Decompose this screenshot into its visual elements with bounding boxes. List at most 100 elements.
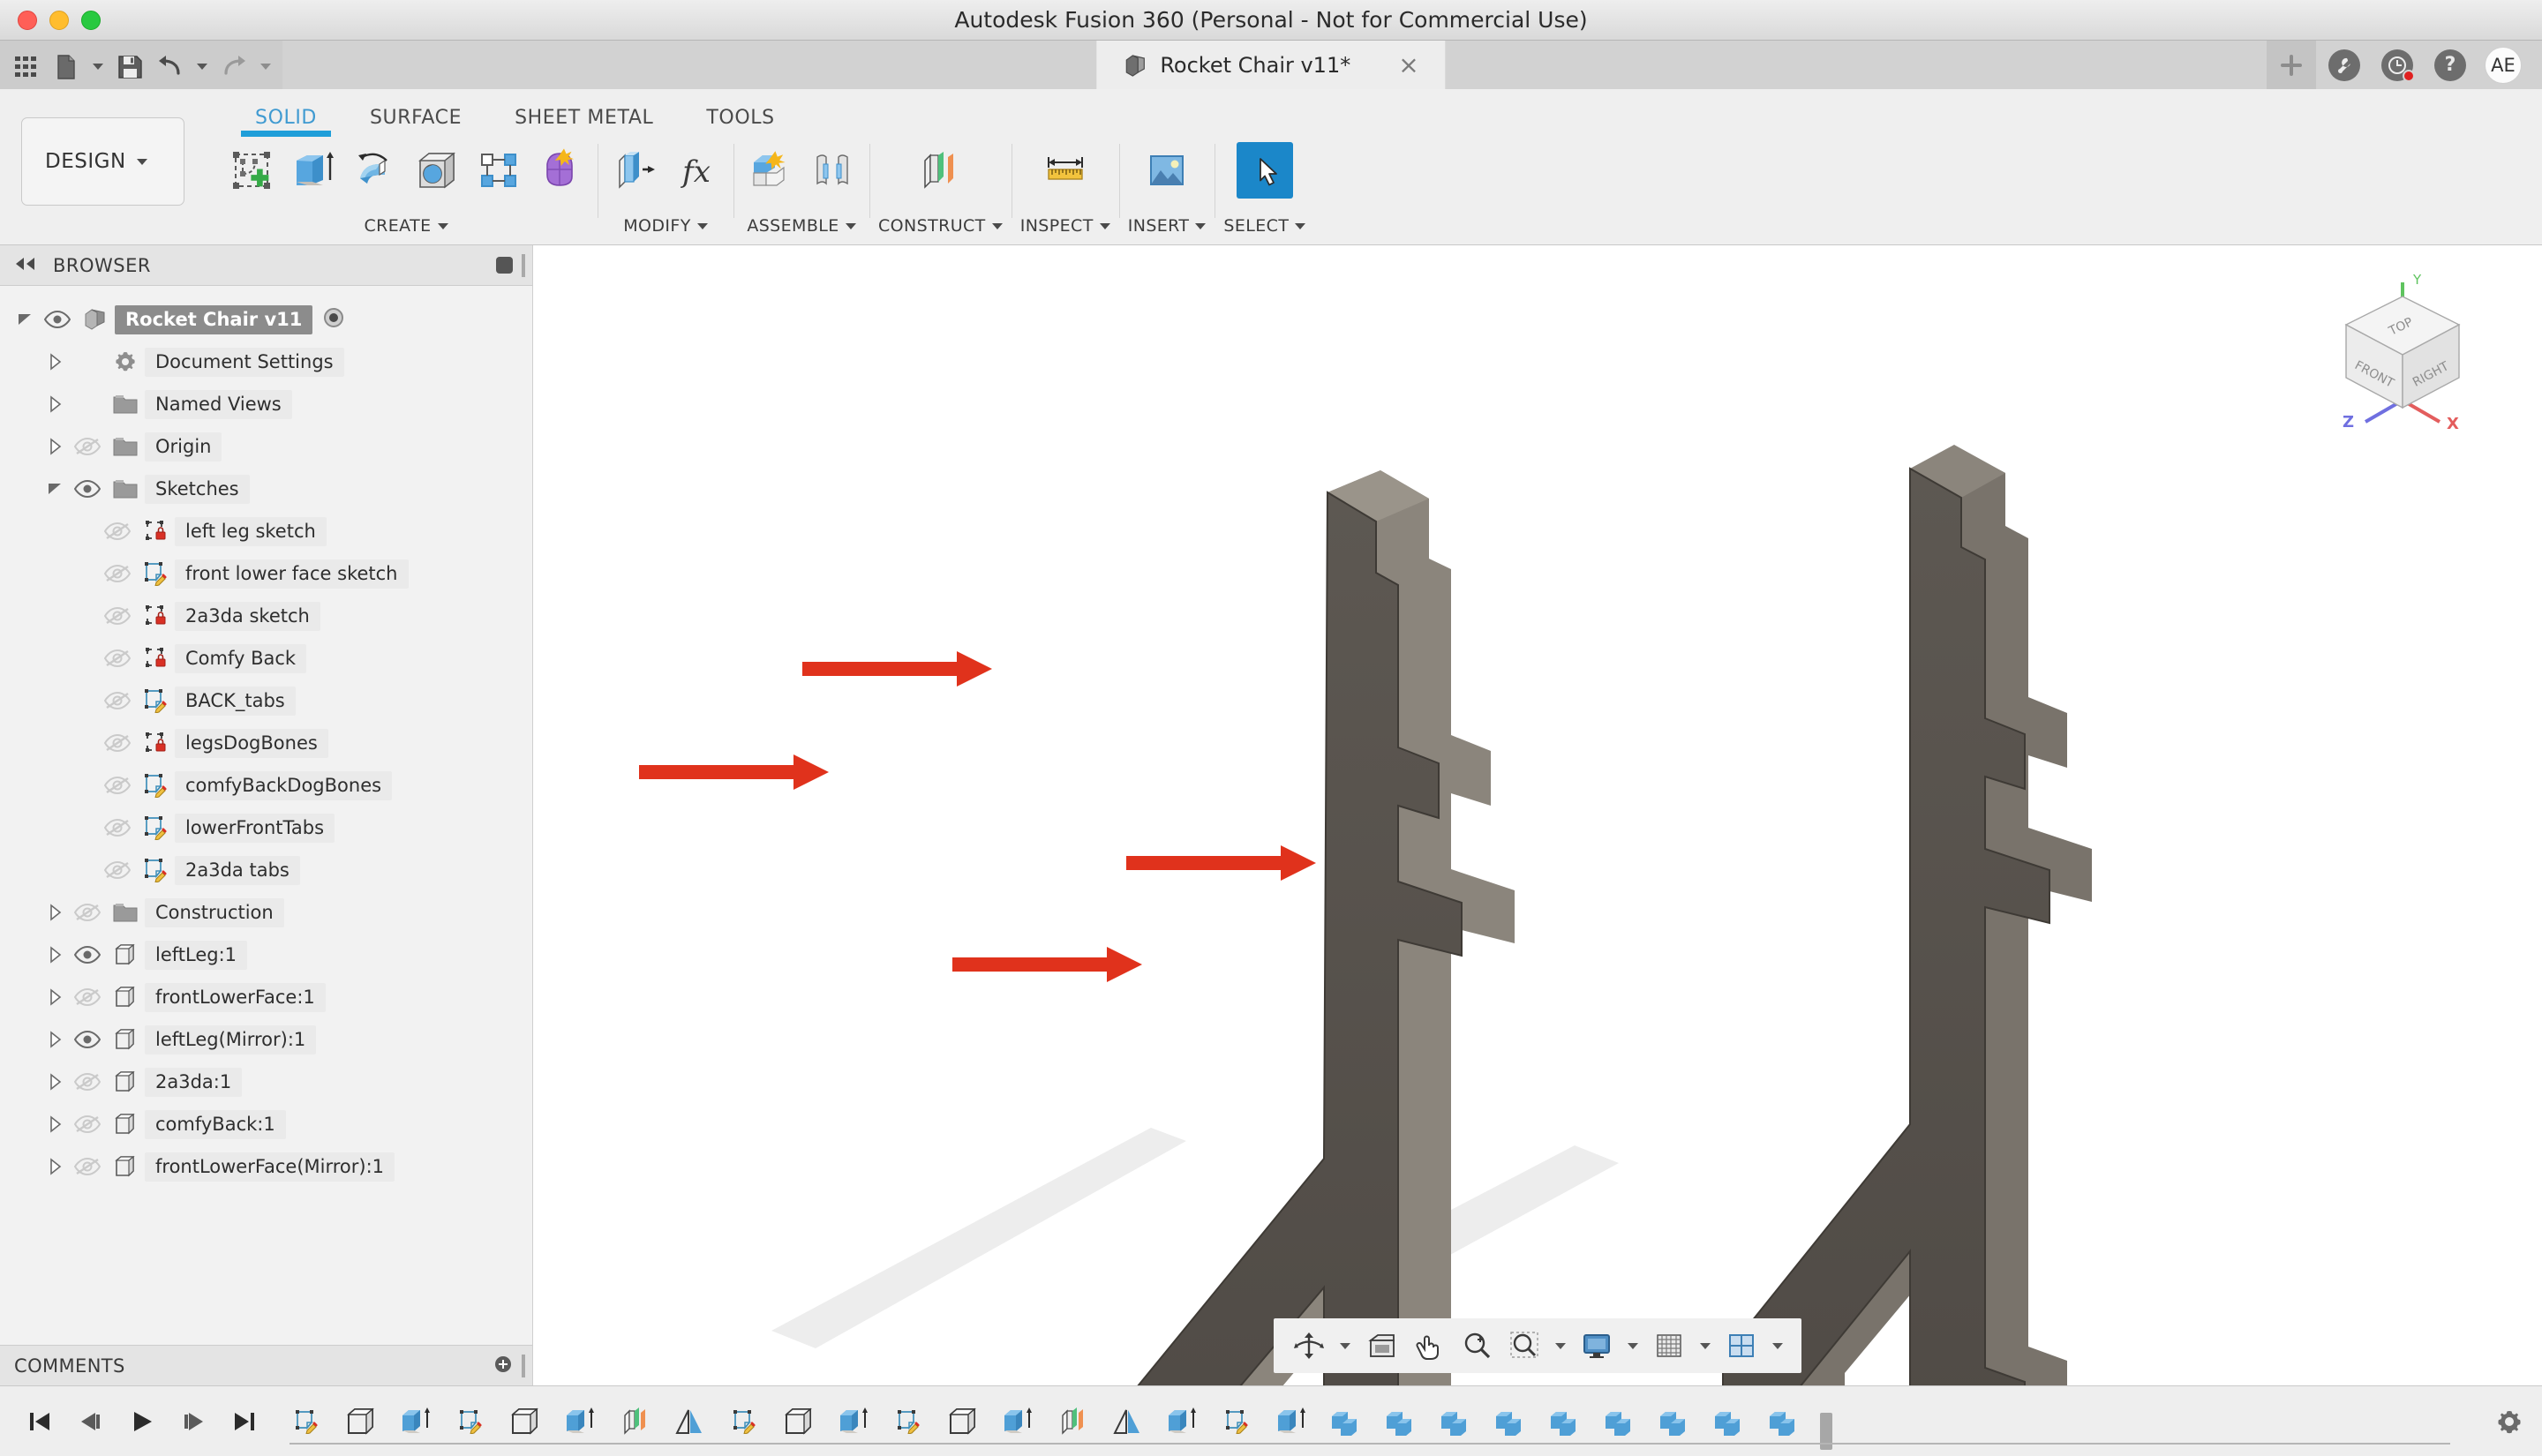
add-comment-icon[interactable] [493, 1355, 513, 1377]
create-sketch-icon[interactable] [223, 142, 280, 199]
timeline-feature-extrude[interactable] [830, 1398, 877, 1445]
timeline-feature-body[interactable] [939, 1398, 987, 1445]
orbit-dropdown-caret[interactable] [1334, 1323, 1357, 1369]
canvas-viewport[interactable]: Y Z X TOP FRONT RIGHT [533, 245, 2542, 1385]
look-at-icon[interactable] [1358, 1323, 1404, 1369]
tab-surface[interactable]: SURFACE [343, 107, 488, 137]
timeline-feature-combine[interactable] [1486, 1398, 1534, 1445]
insert-image-icon[interactable] [1139, 142, 1195, 199]
display-dropdown-caret[interactable] [1621, 1323, 1644, 1369]
visibility-off-icon[interactable] [99, 649, 136, 668]
tree-item-2a3da-sketch[interactable]: 2a3da sketch [0, 595, 532, 637]
tree-item-construction[interactable]: Construction [0, 891, 532, 934]
visibility-off-icon[interactable] [69, 437, 106, 456]
timeline-feature-extrude[interactable] [392, 1398, 440, 1445]
visibility-off-icon[interactable] [99, 522, 136, 541]
panel-insert-label[interactable]: INSERT [1128, 216, 1207, 241]
panel-create-label[interactable]: CREATE [364, 216, 448, 241]
timeline-feature-mirror[interactable] [1103, 1398, 1151, 1445]
tree-item-comfyback-1[interactable]: comfyBack:1 [0, 1103, 532, 1145]
undo-dropdown-caret[interactable] [191, 47, 214, 87]
visibility-off-icon[interactable] [69, 987, 106, 1007]
zoom-window-icon[interactable] [1501, 1323, 1547, 1369]
tab-tools[interactable]: TOOLS [680, 107, 801, 137]
tree-item-leftleg-mirror-1[interactable]: leftLeg(Mirror):1 [0, 1018, 532, 1061]
timeline-feature-sketch[interactable] [282, 1398, 330, 1445]
timeline-feature-combine[interactable] [1760, 1398, 1808, 1445]
select-cursor-icon[interactable] [1236, 142, 1293, 199]
timeline-feature-combine[interactable] [1541, 1398, 1589, 1445]
panel-construct-label[interactable]: CONSTRUCT [878, 216, 1003, 241]
file-icon[interactable] [46, 47, 86, 87]
measure-icon[interactable] [1037, 142, 1094, 199]
visibility-off-icon[interactable] [69, 1115, 106, 1134]
tree-item-sketches[interactable]: Sketches [0, 468, 532, 510]
zoom-icon[interactable] [1454, 1323, 1500, 1369]
display-settings-icon[interactable] [1574, 1323, 1620, 1369]
visibility-off-icon[interactable] [99, 691, 136, 710]
timeline-feature-body[interactable] [501, 1398, 549, 1445]
redo-icon[interactable] [214, 47, 254, 87]
timeline-feature-extrude[interactable] [556, 1398, 604, 1445]
extensions-icon[interactable] [2320, 41, 2369, 89]
visibility-on-icon[interactable] [69, 1030, 106, 1049]
tab-sheet-metal[interactable]: SHEET METAL [488, 107, 680, 137]
chevron-right-icon[interactable] [42, 904, 69, 921]
grid-snaps-icon[interactable] [1646, 1323, 1692, 1369]
tab-solid[interactable]: SOLID [229, 107, 343, 137]
chevron-right-icon[interactable] [42, 353, 69, 371]
timeline-feature-body[interactable] [775, 1398, 823, 1445]
hole-icon[interactable] [409, 142, 465, 199]
chevron-right-icon[interactable] [42, 1158, 69, 1175]
panel-inspect-label[interactable]: INSPECT [1020, 216, 1110, 241]
offset-plane-icon[interactable] [912, 142, 968, 199]
close-icon[interactable]: × [1398, 52, 1418, 78]
press-pull-icon[interactable] [606, 142, 663, 199]
timeline-feature-sketch[interactable] [884, 1398, 932, 1445]
revolve-icon[interactable] [347, 142, 403, 199]
create-form-icon[interactable] [532, 142, 589, 199]
visibility-off-icon[interactable] [99, 733, 136, 753]
gear-icon[interactable] [2486, 1398, 2533, 1445]
workspace-selector[interactable]: DESIGN [0, 89, 197, 244]
activate-component-radio[interactable] [321, 305, 346, 334]
tree-item-back-tabs[interactable]: BACK_tabs [0, 679, 532, 722]
timeline-feature-combine[interactable] [1377, 1398, 1425, 1445]
comments-resize-handle[interactable] [522, 1354, 525, 1377]
tree-item-rocket-chair-v11[interactable]: Rocket Chair v11 [0, 298, 532, 341]
tree-item-comfybackdogbones[interactable]: comfyBackDogBones [0, 764, 532, 807]
new-component-icon[interactable] [742, 142, 799, 199]
joint-icon[interactable] [804, 142, 861, 199]
chevron-down-icon[interactable] [42, 481, 69, 497]
collapse-browser-icon[interactable] [14, 256, 37, 275]
grid-dropdown-caret[interactable] [1694, 1323, 1717, 1369]
tree-item-front-lower-face-sketch[interactable]: front lower face sketch [0, 552, 532, 595]
viewports-icon[interactable] [1718, 1323, 1764, 1369]
panel-assemble-label[interactable]: ASSEMBLE [747, 216, 856, 241]
visibility-on-icon[interactable] [69, 945, 106, 964]
file-dropdown-caret[interactable] [86, 47, 109, 87]
redo-dropdown-caret[interactable] [254, 47, 277, 87]
visibility-off-icon[interactable] [99, 564, 136, 583]
timeline-feature-combine[interactable] [1705, 1398, 1753, 1445]
timeline-feature-sketch[interactable] [720, 1398, 768, 1445]
timeline-feature-combine[interactable] [1596, 1398, 1643, 1445]
extrude-icon[interactable] [285, 142, 342, 199]
visibility-off-icon[interactable] [69, 1072, 106, 1092]
change-parameters-icon[interactable]: fx [668, 142, 725, 199]
undo-icon[interactable] [150, 47, 191, 87]
visibility-on-icon[interactable] [69, 479, 106, 499]
visibility-off-icon[interactable] [99, 606, 136, 626]
chevron-right-icon[interactable] [42, 988, 69, 1006]
timeline-feature-mirror[interactable] [666, 1398, 713, 1445]
timeline-feature-construct[interactable] [1049, 1398, 1096, 1445]
go-to-beginning-icon[interactable] [21, 1403, 58, 1440]
tree-item-frontlowerface-1[interactable]: frontLowerFace:1 [0, 976, 532, 1018]
panel-select-label[interactable]: SELECT [1223, 216, 1306, 241]
visibility-on-icon[interactable] [39, 310, 76, 329]
tree-item-comfy-back[interactable]: Comfy Back [0, 637, 532, 679]
play-icon[interactable] [124, 1403, 161, 1440]
visibility-off-icon[interactable] [69, 1157, 106, 1176]
visibility-off-icon[interactable] [69, 903, 106, 922]
timeline-feature-extrude[interactable] [994, 1398, 1042, 1445]
